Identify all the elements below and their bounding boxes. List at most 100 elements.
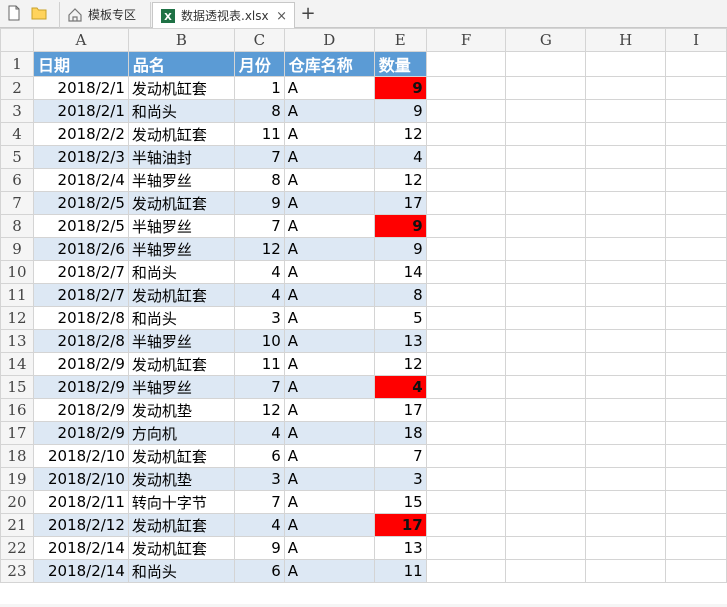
empty-cell[interactable] (585, 76, 667, 100)
quantity-cell[interactable]: 4 (373, 145, 427, 169)
empty-cell[interactable] (585, 513, 667, 537)
date-cell[interactable]: 2018/2/6 (32, 237, 129, 261)
product-name-cell[interactable]: 半轴罗丝 (127, 168, 235, 192)
month-cell[interactable]: 4 (233, 421, 285, 445)
row-number[interactable]: 5 (0, 145, 34, 169)
date-cell[interactable]: 2018/2/9 (32, 375, 129, 399)
date-cell[interactable]: 2018/2/7 (32, 283, 129, 307)
new-tab-button[interactable]: + (297, 3, 319, 25)
quantity-cell[interactable]: 8 (373, 283, 427, 307)
empty-cell[interactable] (425, 168, 507, 192)
empty-cell[interactable] (665, 490, 727, 514)
empty-cell[interactable] (665, 237, 727, 261)
product-name-cell[interactable]: 发动机缸套 (127, 536, 235, 560)
date-cell[interactable]: 2018/2/9 (32, 398, 129, 422)
empty-cell[interactable] (425, 375, 507, 399)
empty-cell[interactable] (585, 99, 667, 123)
empty-cell[interactable] (585, 421, 667, 445)
close-tab-icon[interactable]: × (276, 5, 287, 29)
product-name-cell[interactable]: 转向十字节 (127, 490, 235, 514)
quantity-cell[interactable]: 12 (373, 168, 427, 192)
product-name-cell[interactable]: 发动机缸套 (127, 122, 235, 146)
column-header-C[interactable]: C (233, 28, 285, 52)
product-name-cell[interactable]: 发动机垫 (127, 398, 235, 422)
column-header-G[interactable]: G (505, 28, 587, 52)
quantity-cell[interactable]: 9 (373, 76, 427, 100)
empty-cell[interactable] (505, 283, 587, 307)
header-cell[interactable]: 品名 (127, 51, 235, 77)
month-cell[interactable]: 6 (233, 444, 285, 468)
folder-icon[interactable] (31, 5, 47, 21)
row-number[interactable]: 10 (0, 260, 34, 284)
row-number[interactable]: 4 (0, 122, 34, 146)
quantity-cell[interactable]: 13 (373, 329, 427, 353)
empty-cell[interactable] (665, 375, 727, 399)
empty-cell[interactable] (665, 145, 727, 169)
date-cell[interactable]: 2018/2/2 (32, 122, 129, 146)
row-number[interactable]: 8 (0, 214, 34, 238)
sheet-table[interactable]: A B C D E F G H I 1 日期 品名 月份 仓库名称 数量 2 2018/2/1 发动机缸套 1 A 9 3… (0, 28, 727, 583)
empty-cell[interactable] (665, 191, 727, 215)
column-header-I[interactable]: I (665, 28, 727, 52)
product-name-cell[interactable]: 发动机缸套 (127, 444, 235, 468)
column-header-A[interactable]: A (32, 28, 129, 52)
warehouse-cell[interactable]: A (283, 306, 375, 330)
empty-cell[interactable] (585, 375, 667, 399)
empty-cell[interactable] (665, 329, 727, 353)
row-number[interactable]: 2 (0, 76, 34, 100)
product-name-cell[interactable]: 发动机缸套 (127, 513, 235, 537)
header-cell[interactable]: 日期 (32, 51, 129, 77)
empty-cell[interactable] (425, 76, 507, 100)
empty-cell[interactable] (425, 444, 507, 468)
empty-cell[interactable] (505, 168, 587, 192)
row-number[interactable]: 20 (0, 490, 34, 514)
warehouse-cell[interactable]: A (283, 99, 375, 123)
empty-cell[interactable] (505, 99, 587, 123)
empty-cell[interactable] (425, 559, 507, 583)
product-name-cell[interactable]: 发动机垫 (127, 467, 235, 491)
tab-template-zone[interactable]: 模板专区 (59, 2, 151, 28)
month-cell[interactable]: 11 (233, 352, 285, 376)
empty-cell[interactable] (585, 398, 667, 422)
product-name-cell[interactable]: 发动机缸套 (127, 352, 235, 376)
date-cell[interactable]: 2018/2/10 (32, 467, 129, 491)
row-number[interactable]: 15 (0, 375, 34, 399)
month-cell[interactable]: 7 (233, 375, 285, 399)
warehouse-cell[interactable]: A (283, 260, 375, 284)
select-all-corner[interactable] (0, 28, 34, 52)
date-cell[interactable]: 2018/2/14 (32, 559, 129, 583)
empty-cell[interactable] (425, 513, 507, 537)
empty-cell[interactable] (585, 467, 667, 491)
empty-cell[interactable] (665, 214, 727, 238)
empty-cell[interactable] (665, 306, 727, 330)
row-number[interactable]: 18 (0, 444, 34, 468)
column-header-H[interactable]: H (585, 28, 667, 52)
empty-cell[interactable] (665, 559, 727, 583)
month-cell[interactable]: 9 (233, 536, 285, 560)
empty-cell[interactable] (665, 122, 727, 146)
date-cell[interactable]: 2018/2/11 (32, 490, 129, 514)
empty-cell[interactable] (585, 214, 667, 238)
month-cell[interactable]: 4 (233, 260, 285, 284)
month-cell[interactable]: 7 (233, 214, 285, 238)
row-number[interactable]: 23 (0, 559, 34, 583)
row-number[interactable]: 13 (0, 329, 34, 353)
empty-cell[interactable] (505, 375, 587, 399)
empty-cell[interactable] (425, 329, 507, 353)
date-cell[interactable]: 2018/2/4 (32, 168, 129, 192)
empty-cell[interactable] (505, 122, 587, 146)
row-number[interactable]: 1 (0, 51, 34, 77)
quantity-cell[interactable]: 4 (373, 375, 427, 399)
month-cell[interactable]: 10 (233, 329, 285, 353)
warehouse-cell[interactable]: A (283, 237, 375, 261)
empty-cell[interactable] (665, 352, 727, 376)
empty-cell[interactable] (505, 329, 587, 353)
empty-cell[interactable] (665, 99, 727, 123)
month-cell[interactable]: 3 (233, 467, 285, 491)
column-header-D[interactable]: D (283, 28, 375, 52)
empty-cell[interactable] (505, 306, 587, 330)
empty-cell[interactable] (425, 214, 507, 238)
empty-cell[interactable] (585, 444, 667, 468)
empty-cell[interactable] (425, 51, 507, 77)
product-name-cell[interactable]: 半轴罗丝 (127, 214, 235, 238)
